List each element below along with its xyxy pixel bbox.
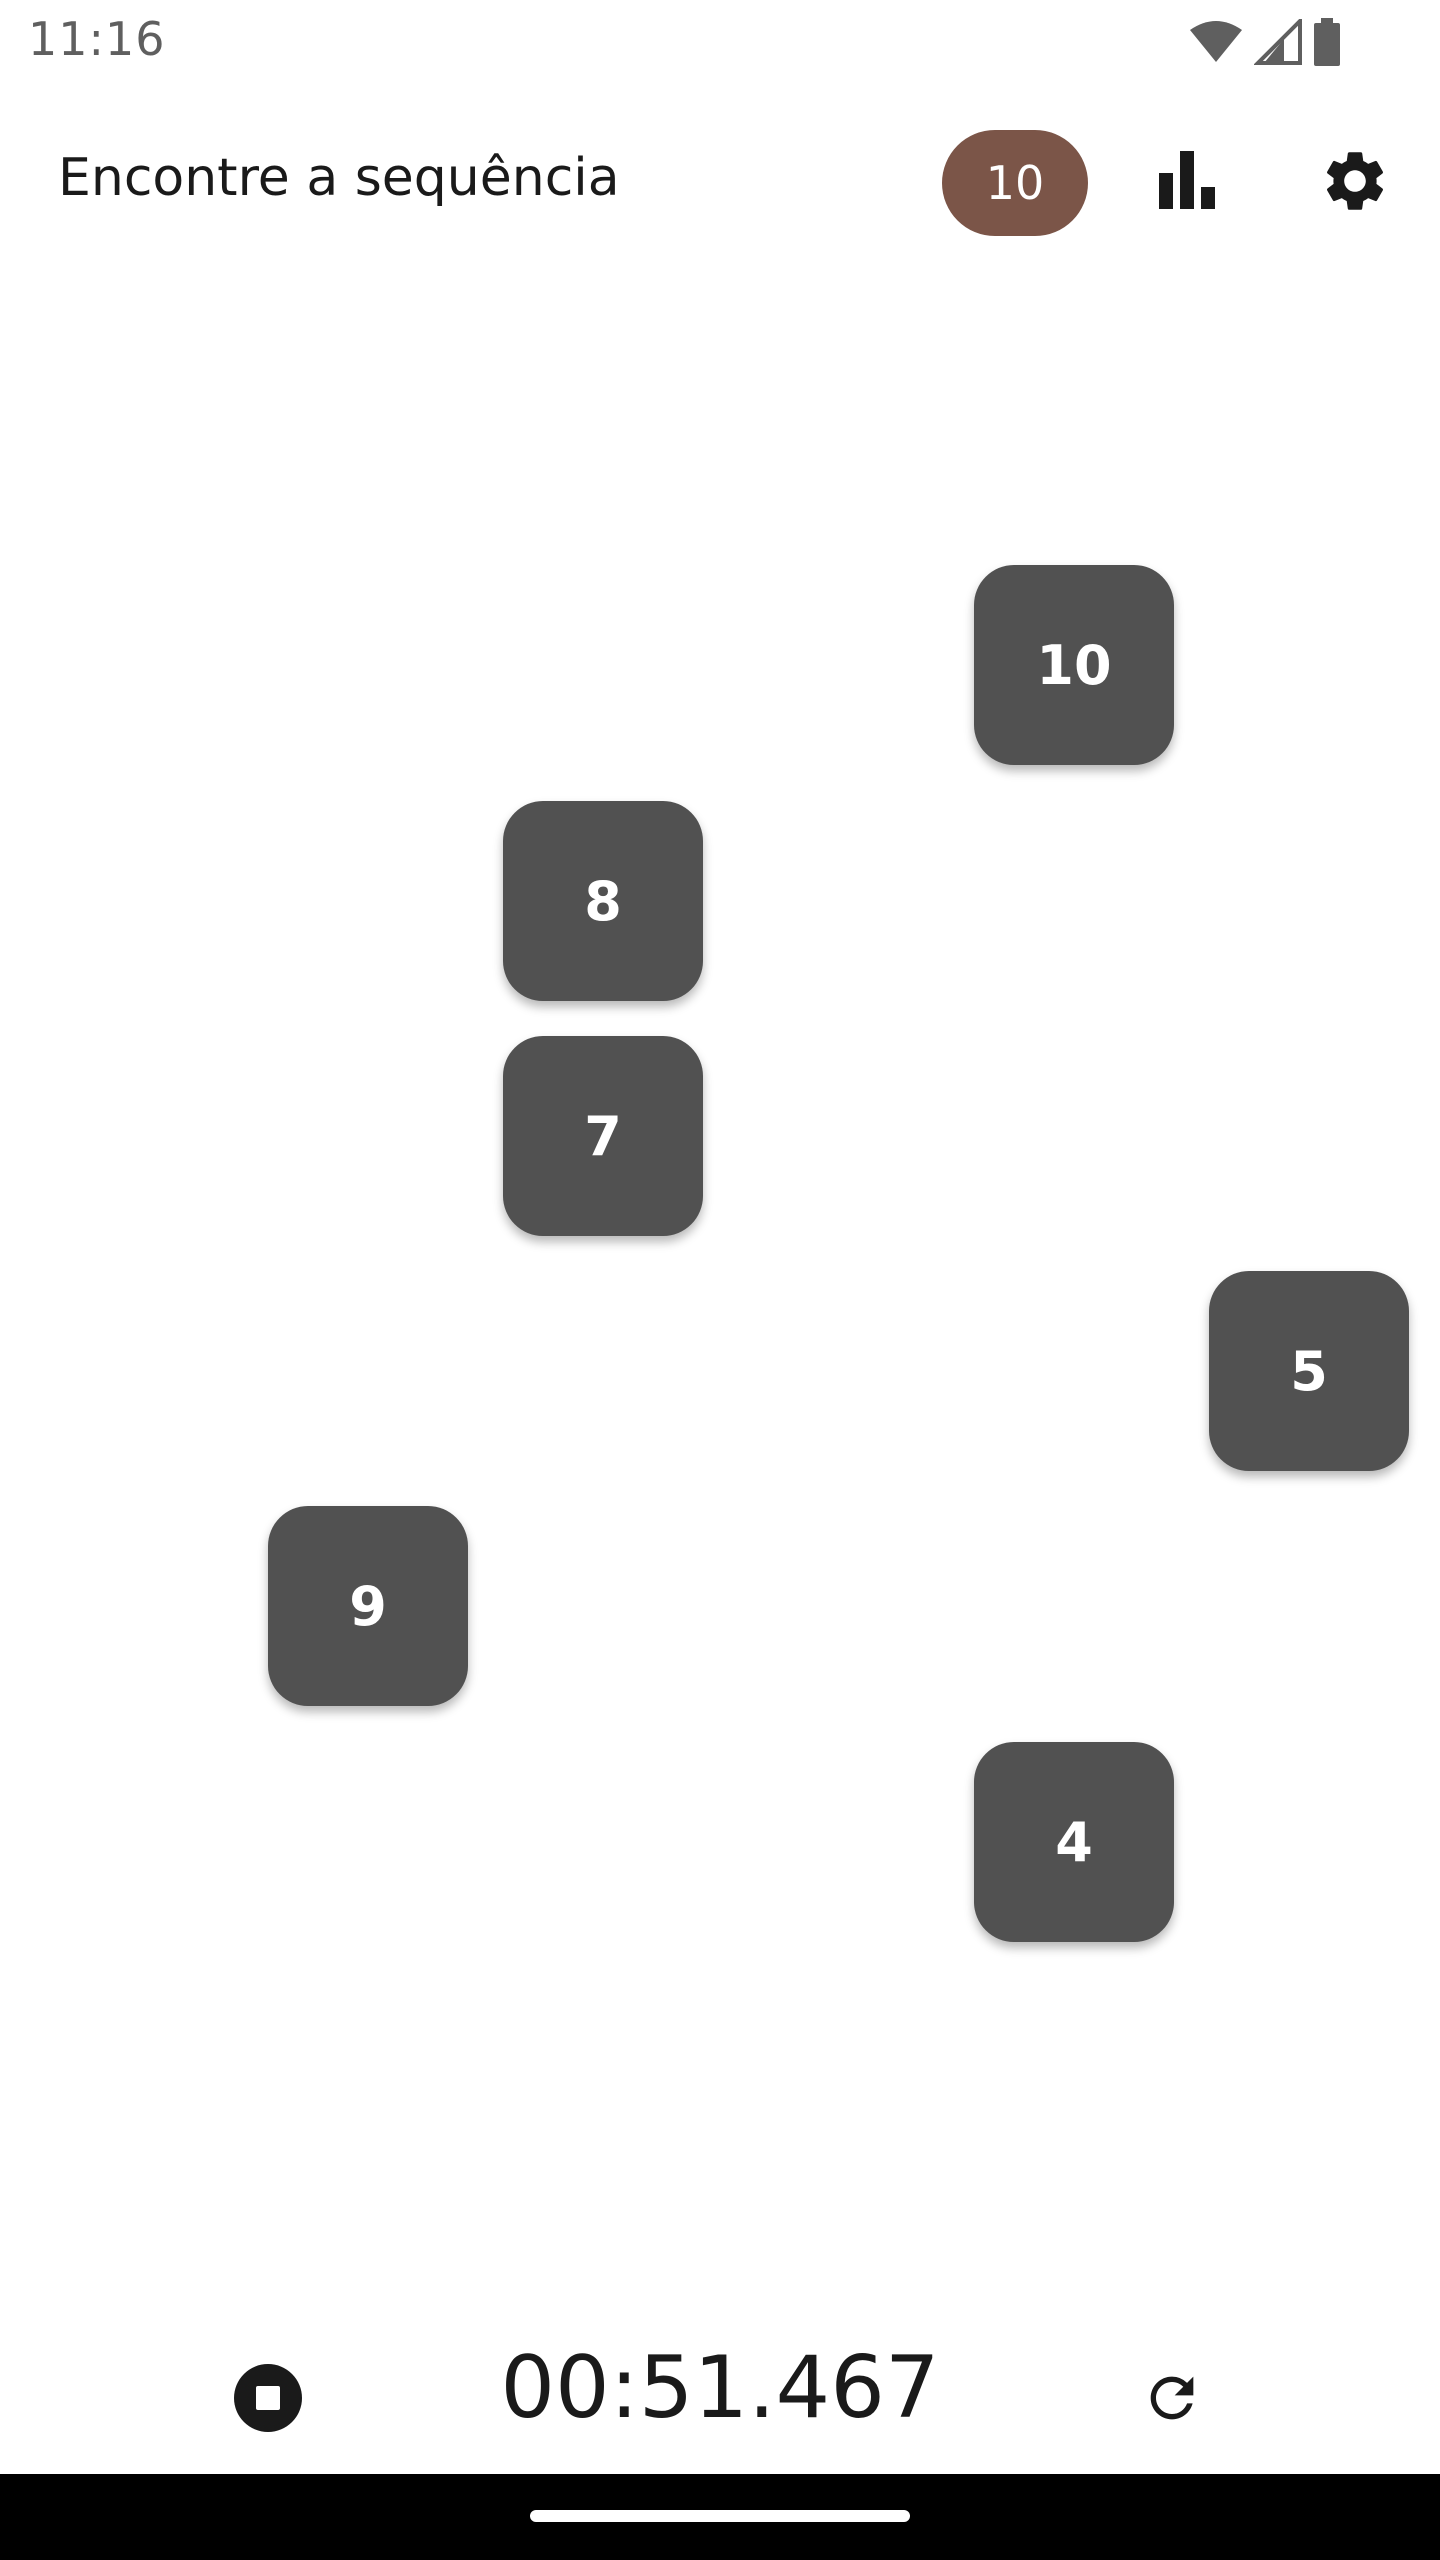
status-time: 11:16 bbox=[28, 12, 166, 66]
number-tile[interactable]: 4 bbox=[974, 1742, 1174, 1942]
home-gesture-handle[interactable] bbox=[530, 2510, 910, 2522]
number-tile[interactable]: 9 bbox=[268, 1506, 468, 1706]
system-nav-bar bbox=[0, 2474, 1440, 2560]
number-tile[interactable]: 8 bbox=[503, 801, 703, 1001]
restart-button[interactable] bbox=[1122, 2350, 1222, 2450]
settings-button[interactable] bbox=[1300, 128, 1410, 238]
number-tile[interactable]: 5 bbox=[1209, 1271, 1409, 1471]
bar-chart-icon bbox=[1155, 149, 1219, 217]
battery-icon bbox=[1312, 18, 1342, 70]
page-title: Encontre a sequência bbox=[58, 148, 620, 208]
elapsed-timer: 00:51.467 bbox=[500, 2338, 940, 2438]
gear-icon bbox=[1319, 145, 1391, 221]
signal-icon bbox=[1253, 16, 1302, 69]
number-tile[interactable]: 10 bbox=[974, 565, 1174, 765]
status-icons bbox=[1188, 16, 1342, 70]
restart-icon bbox=[1140, 2366, 1204, 2434]
game-board: 10 8 7 5 9 4 bbox=[0, 260, 1440, 2300]
level-badge[interactable]: 10 bbox=[942, 130, 1088, 236]
wifi-icon bbox=[1188, 20, 1244, 68]
bottom-controls: 00:51.467 bbox=[0, 2300, 1440, 2480]
app-bar: Encontre a sequência 10 bbox=[0, 100, 1440, 260]
stop-icon bbox=[232, 2362, 304, 2438]
game-screen: 11:16 Encontre a sequência 10 10 8 7 5 9… bbox=[0, 0, 1440, 2560]
number-tile[interactable]: 7 bbox=[503, 1036, 703, 1236]
stats-button[interactable] bbox=[1132, 128, 1242, 238]
status-bar: 11:16 bbox=[0, 0, 1440, 84]
stop-button[interactable] bbox=[218, 2350, 318, 2450]
